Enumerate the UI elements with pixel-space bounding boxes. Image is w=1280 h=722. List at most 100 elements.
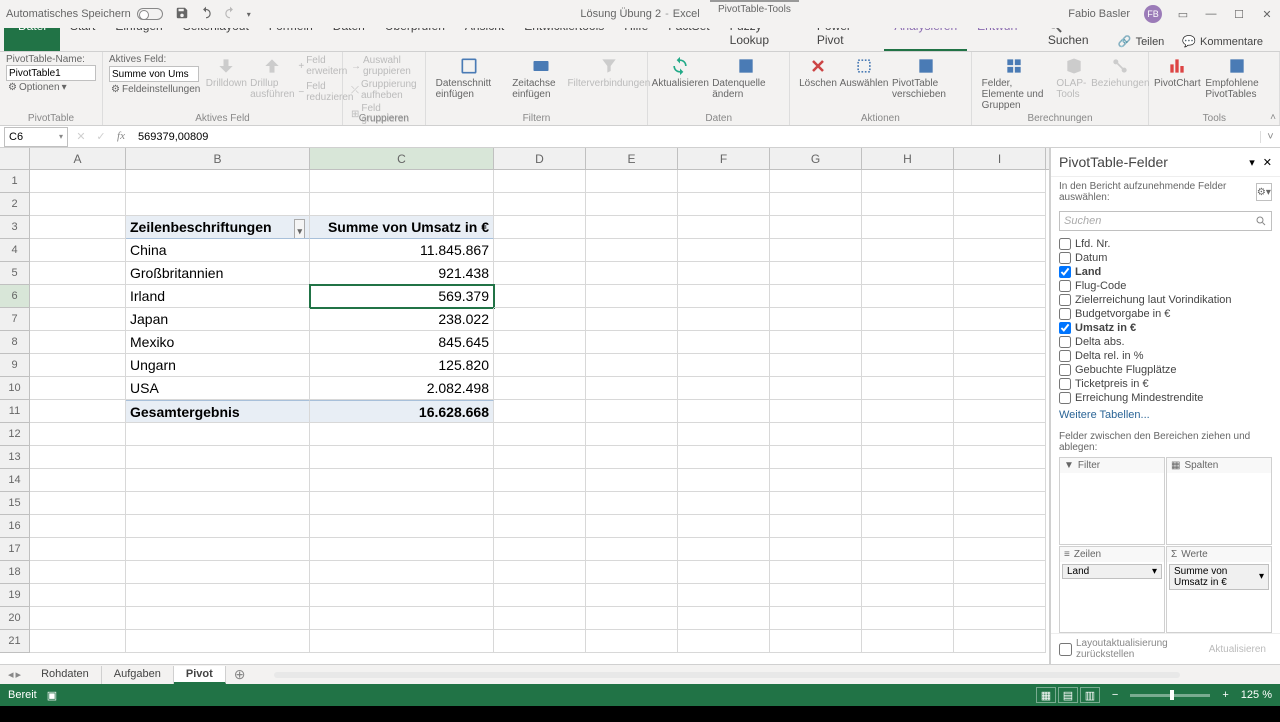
cell[interactable] — [678, 285, 770, 308]
share-button[interactable]: 🔗 Teilen — [1111, 32, 1171, 51]
cell[interactable] — [30, 308, 126, 331]
cell[interactable] — [678, 538, 770, 561]
cell[interactable]: 11.845.867 — [310, 239, 494, 262]
cell[interactable] — [770, 469, 862, 492]
cell[interactable] — [770, 239, 862, 262]
cell[interactable] — [678, 492, 770, 515]
cancel-formula-icon[interactable]: ✕ — [74, 130, 88, 143]
cell[interactable] — [494, 561, 586, 584]
cell[interactable] — [494, 354, 586, 377]
undo-icon[interactable] — [199, 6, 213, 23]
user-avatar[interactable]: FB — [1144, 5, 1162, 23]
cell[interactable] — [586, 561, 678, 584]
field-checkbox[interactable] — [1059, 280, 1071, 292]
cell[interactable] — [310, 630, 494, 653]
cell[interactable] — [310, 538, 494, 561]
cell[interactable]: Japan — [126, 308, 310, 331]
cell[interactable] — [126, 584, 310, 607]
col-header-E[interactable]: E — [586, 148, 678, 169]
cell[interactable] — [770, 630, 862, 653]
clear-button[interactable]: Löschen — [796, 54, 840, 102]
cell[interactable] — [310, 492, 494, 515]
cell[interactable] — [862, 354, 954, 377]
cell[interactable] — [126, 423, 310, 446]
cell[interactable]: Zeilenbeschriftungen▾ — [126, 216, 310, 239]
cell[interactable] — [770, 193, 862, 216]
cell[interactable] — [678, 630, 770, 653]
cell[interactable] — [862, 538, 954, 561]
options-button[interactable]: ⚙ Optionen ▾ — [6, 81, 96, 94]
row-header[interactable]: 21 — [0, 630, 30, 653]
cell[interactable] — [494, 331, 586, 354]
col-header-B[interactable]: B — [126, 148, 310, 169]
cell[interactable] — [494, 538, 586, 561]
cell[interactable] — [678, 446, 770, 469]
cell[interactable] — [770, 584, 862, 607]
cell[interactable] — [862, 216, 954, 239]
cell[interactable] — [770, 331, 862, 354]
cell[interactable] — [586, 239, 678, 262]
cell[interactable]: China — [126, 239, 310, 262]
cell[interactable] — [678, 423, 770, 446]
cell[interactable]: 845.645 — [310, 331, 494, 354]
cell[interactable] — [862, 331, 954, 354]
horizontal-scrollbar[interactable] — [274, 669, 1180, 681]
cell[interactable] — [310, 446, 494, 469]
field-item[interactable]: Umsatz in € — [1059, 321, 1272, 335]
cell[interactable] — [30, 492, 126, 515]
cell[interactable] — [310, 561, 494, 584]
row-header[interactable]: 19 — [0, 584, 30, 607]
cell[interactable] — [678, 331, 770, 354]
change-source-button[interactable]: Datenquelle ändern — [708, 54, 783, 102]
cell[interactable]: Irland — [126, 285, 310, 308]
cell[interactable]: Großbritannien — [126, 262, 310, 285]
user-name[interactable]: Fabio Basler — [1068, 8, 1130, 20]
cell[interactable] — [586, 584, 678, 607]
add-sheet-icon[interactable]: ⊕ — [226, 666, 254, 683]
cell[interactable] — [586, 607, 678, 630]
field-item[interactable]: Delta abs. — [1059, 335, 1272, 349]
field-layout-icon[interactable]: ⚙▾ — [1256, 183, 1272, 201]
row-header[interactable]: 12 — [0, 423, 30, 446]
active-field-input[interactable] — [109, 66, 199, 82]
cell[interactable] — [678, 170, 770, 193]
enter-formula-icon[interactable]: ✓ — [94, 130, 108, 143]
cell[interactable] — [586, 423, 678, 446]
macro-record-icon[interactable]: ▣ — [47, 689, 57, 702]
cell[interactable] — [30, 400, 126, 423]
maximize-icon[interactable]: ☐ — [1232, 7, 1246, 21]
cell[interactable] — [770, 216, 862, 239]
field-settings-button[interactable]: ⚙ Feldeinstellungen — [109, 83, 202, 96]
field-checkbox[interactable] — [1059, 322, 1071, 334]
zoom-out-icon[interactable]: − — [1112, 689, 1118, 701]
row-header[interactable]: 14 — [0, 469, 30, 492]
sheet-tab-rohdaten[interactable]: Rohdaten — [29, 666, 102, 684]
taskpane-settings-icon[interactable]: ▾ — [1249, 156, 1255, 169]
rows-area[interactable]: ≡Zeilen Land▾ — [1059, 546, 1165, 634]
row-header[interactable]: 16 — [0, 515, 30, 538]
cell[interactable] — [30, 538, 126, 561]
cell[interactable] — [770, 607, 862, 630]
row-header[interactable]: 3 — [0, 216, 30, 239]
autosave-toggle[interactable] — [137, 8, 163, 20]
cell[interactable] — [862, 630, 954, 653]
refresh-button[interactable]: Aktualisieren — [654, 54, 706, 102]
cell[interactable] — [586, 377, 678, 400]
field-item[interactable]: Ticketpreis in € — [1059, 377, 1272, 391]
cell[interactable] — [494, 285, 586, 308]
col-header-I[interactable]: I — [954, 148, 1046, 169]
cell[interactable] — [494, 216, 586, 239]
field-checkbox[interactable] — [1059, 392, 1071, 404]
cell[interactable] — [862, 607, 954, 630]
cell[interactable] — [954, 630, 1046, 653]
ribbon-display-icon[interactable]: ▭ — [1176, 7, 1190, 21]
more-tables-link[interactable]: Weitere Tabellen... — [1051, 407, 1280, 423]
cell[interactable] — [678, 469, 770, 492]
cell[interactable] — [494, 262, 586, 285]
insert-slicer-button[interactable]: Datenschnitt einfügen — [432, 54, 507, 102]
cell[interactable] — [494, 607, 586, 630]
move-button[interactable]: PivotTable verschieben — [888, 54, 965, 102]
field-item[interactable]: Delta rel. in % — [1059, 349, 1272, 363]
page-break-view-icon[interactable]: ▥ — [1080, 687, 1100, 703]
columns-area[interactable]: ▦Spalten — [1166, 457, 1272, 545]
